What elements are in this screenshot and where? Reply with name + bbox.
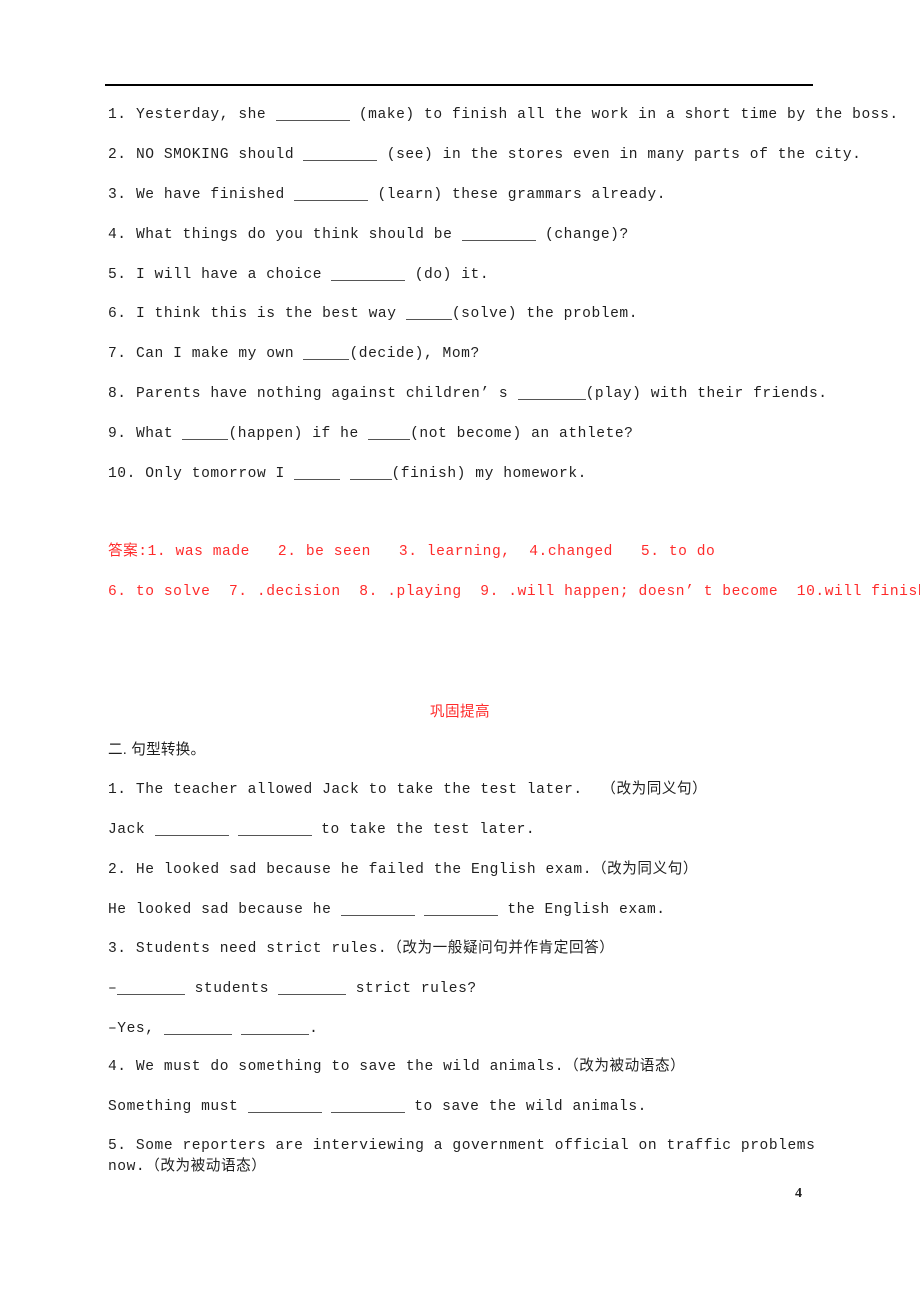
exercise-item-4: 4. What things do you think should be (c… (108, 225, 629, 245)
section-two-subheading: 二. 句型转换。 (108, 742, 206, 758)
answer-key-line-2: 6. to solve 7. .decision 8. .playing 9. … (108, 584, 920, 600)
transform-2-blank-a[interactable] (340, 903, 415, 916)
item-1-answer-pre: Jack (108, 822, 155, 838)
item-1-blank[interactable] (275, 108, 350, 121)
item-6-post: (solve) the problem. (451, 306, 639, 322)
header-divider (105, 84, 813, 86)
transform-3-blank-a[interactable] (117, 982, 186, 995)
item-8-number: 8. (108, 386, 127, 402)
exercise-item-6: 6. I think this is the best way (solve) … (108, 304, 638, 324)
exercise-item-8: 8. Parents have nothing against children… (108, 384, 828, 404)
item-4-answer-pre: Something must (108, 1099, 248, 1115)
transform-1-blank-a[interactable] (154, 823, 229, 836)
answer-key-line-1: 答案:1. was made 2. be seen 3. learning, 4… (108, 544, 716, 560)
transform-item-3-answer-q: – students strict rules? (108, 979, 477, 999)
item-8-pre: Parents have nothing against children’ s (135, 386, 518, 402)
item-5-blank[interactable] (331, 268, 406, 281)
item-8-post: (play) with their friends. (585, 386, 828, 402)
transform-4-blank-a[interactable] (247, 1100, 322, 1113)
item-10-pre: Only tomorrow I (145, 466, 295, 482)
item-2-number: 2. (108, 147, 127, 163)
item-10-number: 10. (108, 466, 136, 482)
item-3-post: (learn) these grammars already. (368, 187, 667, 203)
item-5-post: (do) it. (405, 267, 490, 283)
item-9-post: (happen) if he (228, 426, 369, 442)
item-3-answer2-pre: –Yes, (108, 1021, 164, 1037)
item-10-blank-b[interactable] (349, 467, 392, 480)
item-2-pre: NO SMOKING should (135, 147, 304, 163)
item-8-blank[interactable] (517, 387, 586, 400)
item-10-post: (finish) my homework. (391, 466, 587, 482)
item-10-blank-a[interactable] (294, 467, 341, 480)
item-3-pre: We have finished (135, 187, 295, 203)
item-9-post-2: (not become) an athlete? (410, 426, 634, 442)
item-3-answer-pre: – (108, 981, 118, 997)
item-1-post: (make) to finish all the work in a short… (349, 107, 899, 123)
item-9-pre: What (135, 426, 183, 442)
item-9-number: 9. (108, 426, 127, 442)
transform-4-blank-b[interactable] (330, 1100, 405, 1113)
item-1-number: 1. (108, 107, 127, 123)
item-7-number: 7. (108, 346, 127, 362)
transform-item-4-answer: Something must to save the wild animals. (108, 1097, 647, 1117)
item-1-pre: Yesterday, she (135, 107, 276, 123)
item-4-post: (change)? (535, 227, 629, 243)
transform-item-1-answer: Jack to take the test later. (108, 820, 535, 840)
transform-3b-blank-a[interactable] (163, 1022, 232, 1035)
item-7-pre: Can I make my own (135, 346, 304, 362)
transform-item-2-prompt: 2. He looked sad because he failed the E… (108, 862, 699, 878)
exercise-item-1: 1. Yesterday, she (make) to finish all t… (108, 105, 899, 125)
transform-item-3-answer-a: –Yes, . (108, 1019, 318, 1039)
document-page: 1. Yesterday, she (make) to finish all t… (0, 0, 920, 1302)
item-9-blank-a[interactable] (182, 427, 229, 440)
item-2-answer-pre: He looked sad because he (108, 902, 341, 918)
exercise-item-3: 3. We have finished (learn) these gramma… (108, 185, 666, 205)
exercise-item-5: 5. I will have a choice (do) it. (108, 265, 489, 285)
transform-item-1-prompt: 1. The teacher allowed Jack to take the … (108, 782, 708, 798)
transform-item-4-prompt: 4. We must do something to save the wild… (108, 1059, 686, 1075)
item-3-answer-mid: students (185, 981, 279, 997)
page-number: 4 (795, 1186, 802, 1201)
item-3-number: 3. (108, 187, 127, 203)
item-6-pre: I think this is the best way (135, 306, 406, 322)
exercise-item-2: 2. NO SMOKING should (see) in the stores… (108, 145, 861, 165)
section-two-heading: 巩固提高 (430, 704, 490, 720)
item-7-post: (decide), Mom? (349, 346, 480, 362)
item-9-blank-b[interactable] (368, 427, 411, 440)
item-3-blank[interactable] (294, 188, 369, 201)
transform-2-blank-b[interactable] (424, 903, 499, 916)
transform-item-3-prompt: 3. Students need strict rules.（改为一般疑问句并作… (108, 941, 615, 957)
exercise-item-9: 9. What (happen) if he (not become) an a… (108, 424, 634, 444)
item-7-blank[interactable] (303, 347, 350, 360)
transform-1-blank-b[interactable] (237, 823, 312, 836)
item-2-answer-post: the English exam. (498, 902, 666, 918)
item-4-pre: What things do you think should be (135, 227, 462, 243)
item-3-answer-post: strict rules? (346, 981, 477, 997)
item-5-number: 5. (108, 267, 127, 283)
exercise-item-7: 7. Can I make my own (decide), Mom? (108, 344, 480, 364)
transform-3-blank-b[interactable] (278, 982, 347, 995)
item-4-blank[interactable] (461, 228, 536, 241)
exercise-item-10: 10. Only tomorrow I (finish) my homework… (108, 464, 587, 484)
item-4-answer-post: to save the wild animals. (404, 1099, 647, 1115)
item-3-answer2-post: . (309, 1021, 319, 1037)
item-2-post: (see) in the stores even in many parts o… (377, 147, 862, 163)
item-5-pre: I will have a choice (135, 267, 332, 283)
item-6-blank[interactable] (405, 307, 452, 320)
item-1-answer-post: to take the test later. (311, 822, 536, 838)
item-4-number: 4. (108, 227, 127, 243)
transform-item-5-prompt: 5. Some reporters are interviewing a gov… (108, 1138, 816, 1175)
item-2-blank[interactable] (303, 148, 378, 161)
transform-item-2-answer: He looked sad because he the English exa… (108, 900, 666, 920)
transform-3b-blank-b[interactable] (241, 1022, 310, 1035)
item-6-number: 6. (108, 306, 127, 322)
